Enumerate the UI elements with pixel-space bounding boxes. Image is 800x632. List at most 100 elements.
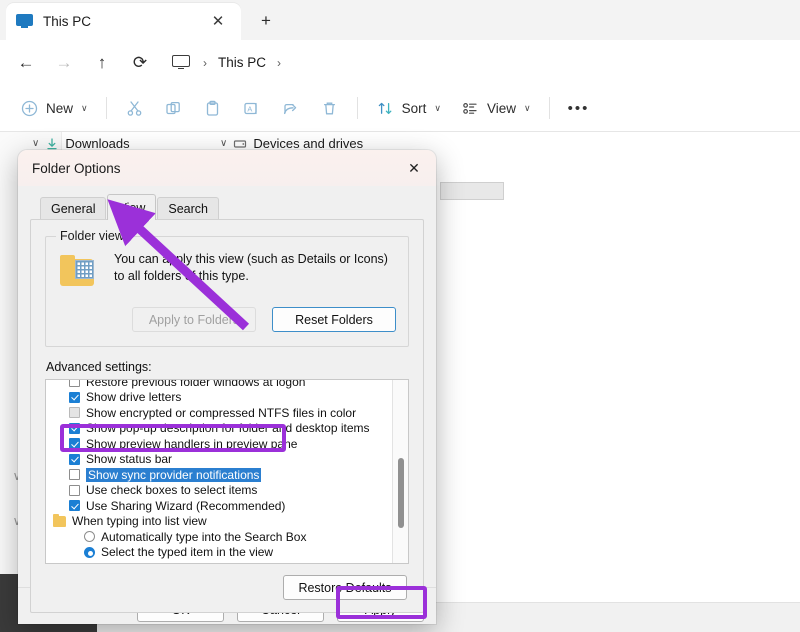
explorer-tab-this-pc[interactable]: This PC ✕ <box>6 3 241 40</box>
advanced-setting-row[interactable]: Use check boxes to select items <box>46 483 392 499</box>
paste-icon <box>203 99 222 118</box>
breadcrumb[interactable]: › This PC › <box>172 47 800 79</box>
folder-views-legend: Folder views <box>56 229 135 243</box>
view-button[interactable]: View ∨ <box>451 92 541 124</box>
advanced-setting-row[interactable]: Navigation pane <box>46 560 392 563</box>
advanced-setting-label: Restore previous folder windows at logon <box>86 379 306 389</box>
forward-icon[interactable]: → <box>46 47 82 79</box>
setting-checkbox[interactable] <box>69 469 80 481</box>
setting-checkbox[interactable] <box>69 391 80 403</box>
toolbar-divider-2 <box>356 97 358 119</box>
rename-button[interactable]: A <box>232 92 271 124</box>
advanced-setting-row[interactable]: When typing into list view <box>46 513 392 530</box>
advanced-setting-row[interactable]: Use Sharing Wizard (Recommended) <box>46 498 392 514</box>
breadcrumb-separator-2[interactable]: › <box>268 56 290 70</box>
dialog-title: Folder Options <box>32 160 121 176</box>
listbox-scrollbar[interactable] <box>392 380 408 563</box>
advanced-setting-label: Show encrypted or compressed NTFS files … <box>86 405 357 420</box>
setting-radio[interactable] <box>84 546 95 558</box>
advanced-setting-label: Show sync provider notifications <box>86 467 262 482</box>
back-icon[interactable]: ← <box>8 47 44 79</box>
view-button-label: View <box>486 100 516 116</box>
sort-icon <box>376 99 395 118</box>
advanced-setting-label: Use Sharing Wizard (Recommended) <box>86 498 286 513</box>
dialog-tab-bar: General View Search <box>40 193 426 220</box>
tab-general[interactable]: General <box>40 197 107 219</box>
delete-button[interactable] <box>310 92 349 124</box>
selected-item-cell[interactable] <box>440 182 504 200</box>
advanced-setting-row[interactable]: Automatically type into the Search Box <box>46 529 392 545</box>
advanced-setting-label: Navigation pane <box>72 561 159 563</box>
plus-circle-icon <box>20 99 39 118</box>
download-icon <box>45 137 59 151</box>
sort-button[interactable]: Sort ∨ <box>366 92 451 124</box>
tab-view[interactable]: View <box>107 194 157 220</box>
advanced-setting-row[interactable]: Restore previous folder windows at logon <box>46 379 392 390</box>
new-tab-button[interactable]: + <box>252 8 280 34</box>
folder-views-group: Folder views You can apply this view (su… <box>45 229 409 347</box>
setting-checkbox[interactable] <box>69 422 80 434</box>
refresh-icon[interactable]: ⟳ <box>122 47 158 79</box>
folder-views-icon <box>58 253 102 293</box>
chevron-down-icon: ∨ <box>524 102 531 113</box>
cut-button[interactable] <box>115 92 154 124</box>
advanced-setting-row[interactable]: Select the typed item in the view <box>46 545 392 561</box>
dialog-title-bar[interactable]: Folder Options ✕ <box>18 150 436 186</box>
toolbar-divider <box>105 97 107 119</box>
view-tab-panel: Folder views You can apply this view (su… <box>30 219 424 613</box>
advanced-setting-label: Show status bar <box>86 452 173 467</box>
new-button-label: New <box>46 100 74 116</box>
group-header-label: Devices and drives <box>253 136 364 151</box>
advanced-setting-row[interactable]: Show drive letters <box>46 390 392 406</box>
more-options-button[interactable]: ••• <box>558 92 600 124</box>
close-tab-icon[interactable]: ✕ <box>205 9 231 35</box>
copy-button[interactable] <box>154 92 193 124</box>
paste-button[interactable] <box>193 92 232 124</box>
chevron-down-icon: ∨ <box>220 138 228 149</box>
setting-checkbox[interactable] <box>69 453 80 465</box>
delete-icon <box>320 99 339 118</box>
monitor-icon <box>16 14 33 29</box>
breadcrumb-path[interactable]: This PC <box>216 55 268 70</box>
advanced-setting-row[interactable]: Show sync provider notifications <box>46 467 392 483</box>
group-header-label: Downloads <box>65 136 130 151</box>
tab-search[interactable]: Search <box>157 197 219 219</box>
setting-checkbox[interactable] <box>69 484 80 496</box>
rename-icon: A <box>242 99 261 118</box>
view-list-icon <box>461 99 480 118</box>
advanced-setting-row[interactable]: Show status bar <box>46 452 392 468</box>
setting-radio[interactable] <box>84 531 95 543</box>
share-button[interactable] <box>271 92 310 124</box>
setting-checkbox[interactable] <box>69 438 80 450</box>
tab-title: This PC <box>43 14 92 29</box>
setting-checkbox[interactable] <box>69 500 80 512</box>
sort-button-label: Sort <box>401 100 427 116</box>
navigation-bar: ← → ↑ ⟳ › This PC › <box>0 40 800 85</box>
restore-defaults-button[interactable]: Restore Defaults <box>283 575 407 600</box>
advanced-setting-row[interactable]: Show encrypted or compressed NTFS files … <box>46 405 392 421</box>
advanced-setting-label: Use check boxes to select items <box>86 483 258 498</box>
setting-checkbox[interactable] <box>69 380 80 388</box>
reset-folders-button[interactable]: Reset Folders <box>272 307 396 332</box>
advanced-setting-row[interactable]: Show preview handlers in preview pane <box>46 436 392 452</box>
tab-strip: This PC ✕ + <box>0 0 800 40</box>
advanced-setting-label: Select the typed item in the view <box>101 545 274 560</box>
setting-checkbox[interactable] <box>69 407 80 419</box>
advanced-setting-label: Show drive letters <box>86 390 182 405</box>
cut-icon <box>125 99 144 118</box>
advanced-setting-label: Automatically type into the Search Box <box>101 529 307 544</box>
new-button[interactable]: New ∨ <box>10 92 98 124</box>
scrollbar-thumb[interactable] <box>398 458 404 528</box>
advanced-setting-label: Show pop-up description for folder and d… <box>86 421 370 436</box>
group-header-downloads[interactable]: ∨ Downloads <box>32 136 130 151</box>
share-icon <box>281 99 300 118</box>
group-header-devices[interactable]: ∨ Devices and drives <box>220 136 363 151</box>
svg-text:A: A <box>247 104 252 113</box>
close-icon[interactable]: ✕ <box>392 150 436 186</box>
advanced-setting-row[interactable]: Show pop-up description for folder and d… <box>46 421 392 437</box>
navigation-pane-icon <box>53 562 68 563</box>
advanced-setting-label: Show preview handlers in preview pane <box>86 436 298 451</box>
chevron-down-icon: ∨ <box>434 102 441 113</box>
advanced-settings-listbox[interactable]: Restore previous folder windows at logon… <box>45 379 409 564</box>
up-icon[interactable]: ↑ <box>84 47 120 79</box>
